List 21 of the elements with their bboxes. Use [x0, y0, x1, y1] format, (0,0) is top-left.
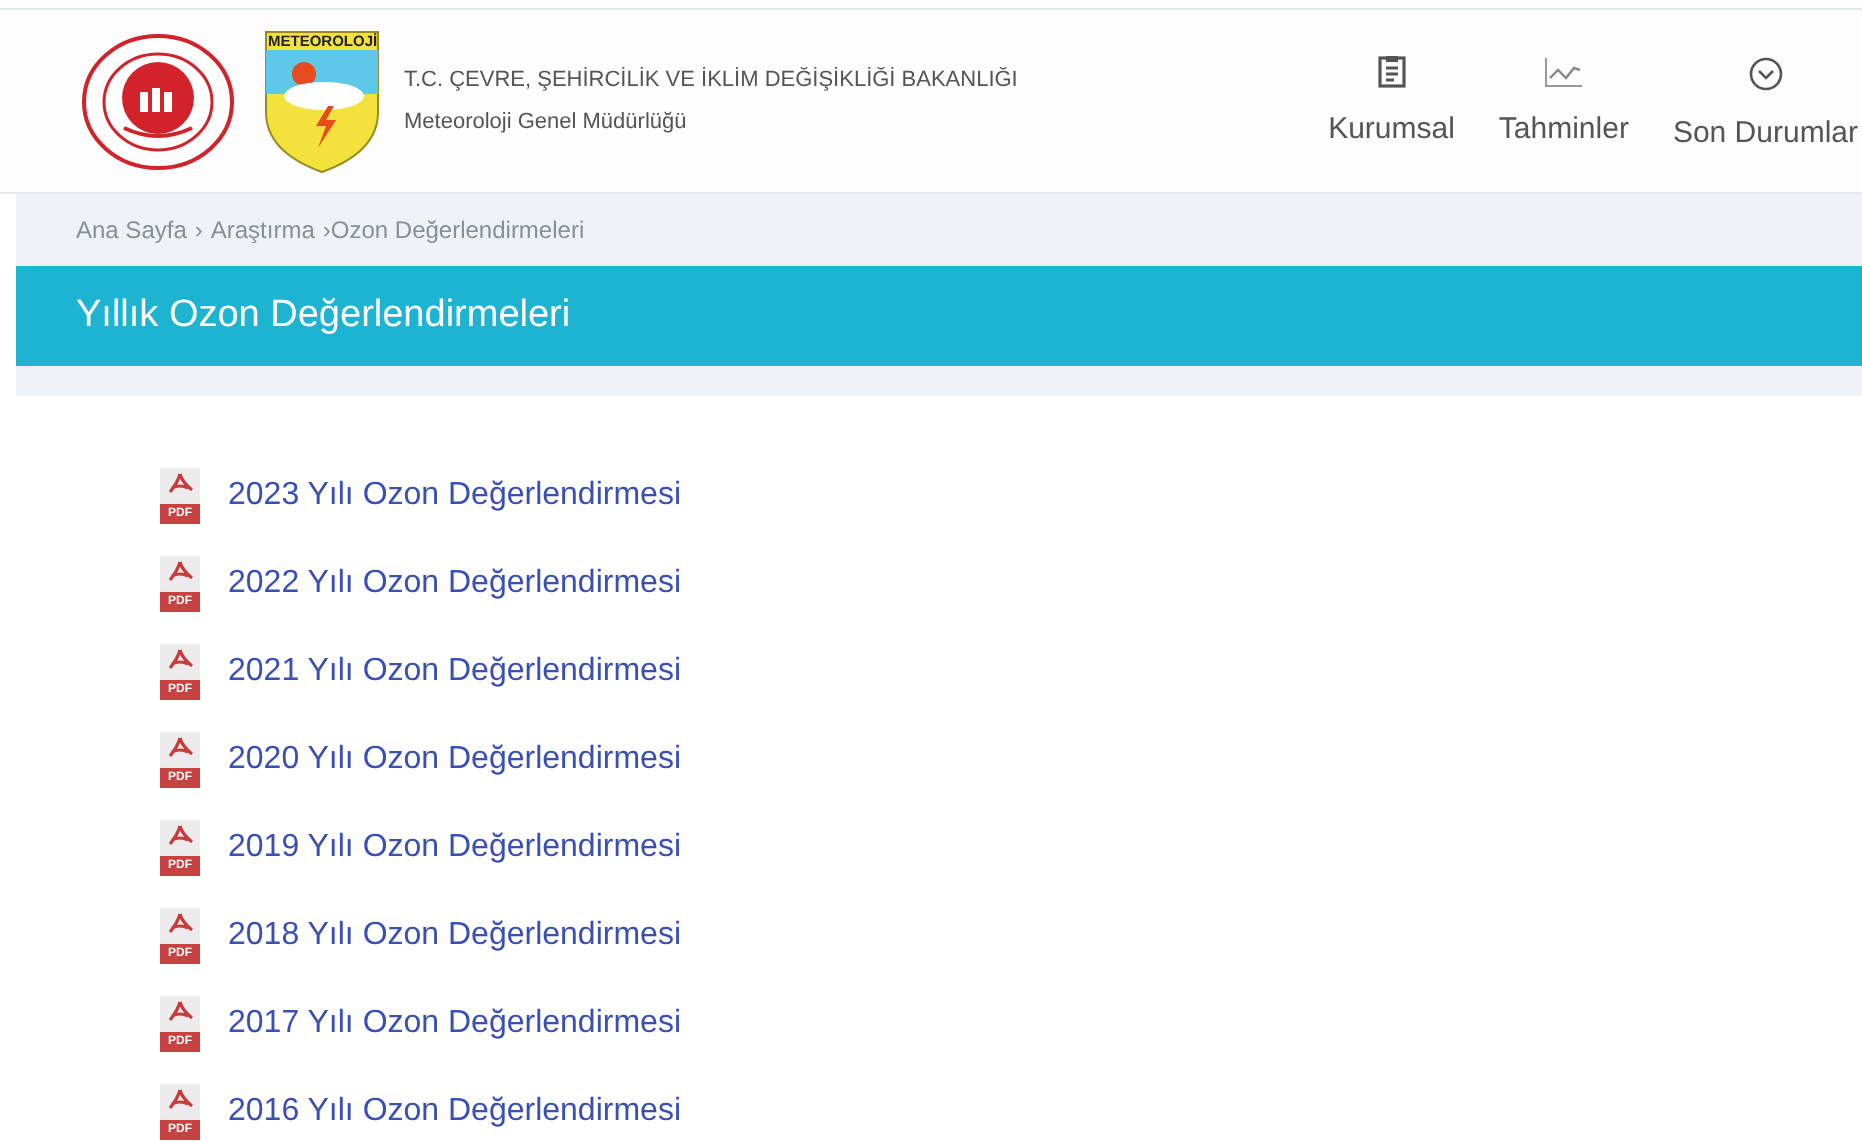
document-link[interactable]: 2017 Yılı Ozon Değerlendirmesi: [228, 1000, 681, 1048]
nav-link[interactable]: Son Durumlar: [1672, 56, 1858, 158]
ministry-name: T.C. ÇEVRE, ŞEHİRCİLİK VE İKLİM DEĞİŞİKLİĞİ BAKANLIĞI: [404, 65, 1018, 96]
document-link[interactable]: 2022 Yılı Ozon Değerlendirmesi: [228, 560, 681, 608]
shield-logo-icon: [264, 29, 380, 173]
document-link[interactable]: 2021 Yılı Ozon Değerlendirmesi: [228, 648, 681, 696]
nav-link[interactable]: Kurumsal: [1328, 56, 1455, 154]
nav-link[interactable]: Tahminler: [1498, 56, 1629, 154]
document-link[interactable]: 2023 Yılı Ozon Değerlendirmesi: [228, 472, 681, 520]
breadcrumb-separator: ›: [194, 214, 203, 248]
document-link[interactable]: 2020 Yılı Ozon Değerlendirmesi: [228, 736, 681, 784]
document-link[interactable]: 2019 Yılı Ozon Değerlendirmesi: [228, 824, 681, 872]
chevron-down-circle-icon: [1747, 56, 1784, 93]
document-icon: [1377, 56, 1406, 89]
emblem-logo-icon: [80, 31, 236, 171]
document-link[interactable]: 2016 Yılı Ozon Değerlendirmesi: [228, 1088, 681, 1136]
line-chart-icon: [1543, 56, 1584, 89]
agency-name: Meteoroloji Genel Müdürlüğü: [404, 107, 689, 137]
page-title: Yıllık Ozon Değerlendirmeleri: [76, 291, 571, 340]
document-link[interactable]: 2018 Yılı Ozon Değerlendirmesi: [228, 912, 681, 960]
breadcrumb-separator: ›Ozon Değerlendirmeleri: [322, 214, 585, 248]
